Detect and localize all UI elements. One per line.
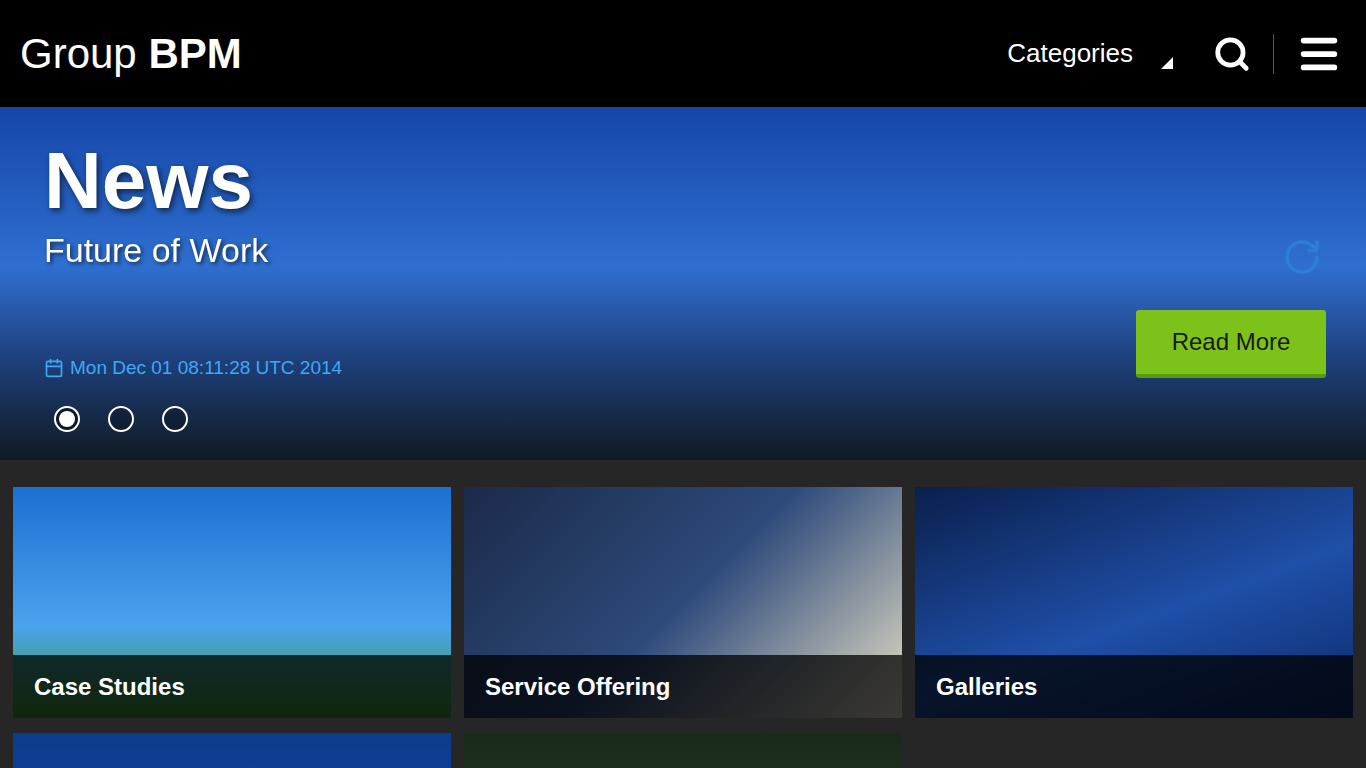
app-logo[interactable]: Group BPM: [20, 33, 242, 75]
hero-heading: News: [44, 137, 1326, 225]
hamburger-icon: [1296, 31, 1342, 77]
tile-label: Service Offering: [464, 655, 902, 718]
read-more-button[interactable]: Read More: [1136, 310, 1326, 378]
top-bar: Group BPM Categories: [0, 0, 1366, 107]
categories-dropdown[interactable]: Categories: [1007, 34, 1173, 73]
menu-button[interactable]: [1296, 31, 1342, 77]
carousel-dot[interactable]: [162, 406, 188, 432]
search-icon: [1213, 35, 1251, 73]
category-tile[interactable]: Service Offering: [464, 487, 902, 718]
hero-subtitle: Future of Work: [44, 229, 1326, 272]
carousel-dots: [54, 406, 342, 432]
search-button[interactable]: [1213, 35, 1251, 73]
category-tile[interactable]: Case Studies: [13, 487, 451, 718]
tile-label: Case Studies: [13, 655, 451, 718]
toolbar: Categories: [1007, 31, 1342, 77]
news-carousel[interactable]: NewsFuture of Work Mon Dec 01 08:11:28 UT…: [0, 107, 1366, 460]
hero-footer: Mon Dec 01 08:11:28 UTC 2014 Read More: [44, 310, 1326, 432]
hero-date: Mon Dec 01 08:11:28 UTC 2014: [44, 354, 342, 383]
category-tile[interactable]: Galleries: [915, 487, 1353, 718]
carousel-dot[interactable]: [54, 406, 80, 432]
tile-label: Galleries: [915, 655, 1353, 718]
tile-grid: Case StudiesService OfferingGalleries: [0, 460, 1366, 768]
app-screen: Group BPM Categories NewsFuture of Work Mon…: [0, 0, 1366, 768]
carousel-dot[interactable]: [108, 406, 134, 432]
toolbar-divider: [1273, 34, 1274, 74]
calendar-icon: [44, 358, 64, 378]
hero-text: NewsFuture of Work: [44, 137, 1326, 272]
category-tile[interactable]: [13, 733, 451, 768]
refresh-icon[interactable]: [1282, 237, 1322, 277]
category-tile[interactable]: [464, 733, 902, 768]
dropdown-corner-icon: [1161, 57, 1173, 69]
